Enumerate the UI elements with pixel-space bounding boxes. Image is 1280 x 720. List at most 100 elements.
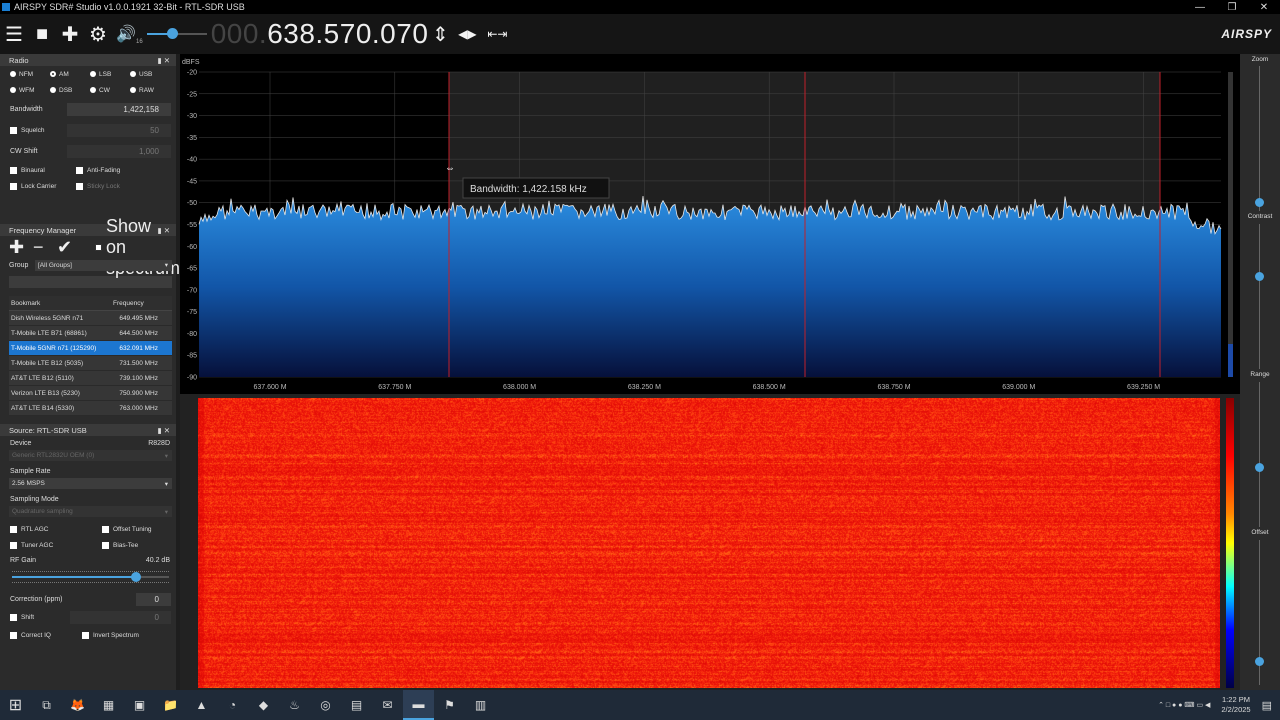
volume-slider[interactable]	[146, 14, 207, 54]
stop-icon[interactable]: ■	[28, 14, 56, 54]
app-icon	[2, 3, 10, 11]
waterfall-display[interactable]	[198, 398, 1220, 688]
tune-updown-icon[interactable]: ⇕	[428, 14, 452, 54]
mode-radio-dsb[interactable]: DSB	[50, 87, 90, 94]
bookmark-row[interactable]: AT&T LTE B14 (5330) 763.000 MHz	[9, 401, 172, 416]
volume-icon[interactable]: 🔊	[112, 14, 140, 54]
contrast-slider[interactable]	[1255, 272, 1264, 281]
range-slider[interactable]	[1255, 463, 1264, 472]
bookmark-row[interactable]: T-Mobile 5GNR n71 (125290) 632.091 MHz	[9, 341, 172, 356]
mode-label: RAW	[139, 86, 154, 94]
spectrum-analyzer[interactable]: dBFS -20 -25 -30 -35 -40 -45 -50 -55 -60 -65 -70 -7…	[180, 54, 1240, 394]
mode-radio-usb[interactable]: USB	[130, 71, 170, 78]
taskbar-app-icon[interactable]: ▬	[403, 690, 434, 720]
pin-close-icons[interactable]: ▮ ✕	[158, 56, 171, 65]
offsettuning-checkbox[interactable]: Offset Tuning	[102, 525, 152, 533]
add-bookmark-icon[interactable]: ✚	[9, 237, 33, 258]
offset-slider[interactable]	[1255, 657, 1264, 666]
group-select[interactable]: [All Groups] ▾	[35, 259, 172, 271]
pin-close-icons[interactable]: ▮ ✕	[158, 226, 171, 235]
squelch-field[interactable]: 50	[67, 123, 171, 137]
add-icon[interactable]: ✚	[56, 14, 84, 54]
settings-icon[interactable]: ⚙	[84, 14, 112, 54]
span-icon[interactable]: ⇤⇥	[482, 14, 512, 54]
bookmark-row[interactable]: Dish Wireless 5GNR n71 649.495 MHz	[9, 311, 172, 326]
cwshift-field[interactable]: 1,000	[67, 144, 171, 158]
bookmark-row[interactable]: Verizon LTE B13 (5230) 750.900 MHz	[9, 386, 172, 401]
squelch-checkbox[interactable]: Squelch	[10, 126, 65, 134]
mode-label: AM	[59, 70, 69, 78]
correction-field[interactable]: 0	[136, 592, 171, 606]
taskbar-app-icon[interactable]: ▥	[465, 690, 496, 720]
samplerate-select[interactable]: 2.56 MSPS ▾	[9, 478, 172, 489]
taskbar-app-icon[interactable]: ♨	[279, 690, 310, 720]
apply-bookmark-icon[interactable]: ✔	[57, 237, 81, 258]
rtlagc-checkbox[interactable]: RTL AGC	[10, 525, 92, 533]
close-button[interactable]: ✕	[1248, 2, 1280, 13]
spectrum-plot[interactable]: dBFS -20 -25 -30 -35 -40 -45 -50 -55 -60 -65 -70 -7…	[180, 54, 1240, 394]
offsettuning-label: Offset Tuning	[113, 525, 152, 533]
mode-radio-lsb[interactable]: LSB	[90, 71, 130, 78]
taskbar-app-icon[interactable]: 📁	[155, 690, 186, 720]
zoom-slider[interactable]	[1255, 198, 1264, 207]
correctiq-row: Correct IQ Invert Spectrum	[0, 627, 176, 643]
taskbar-app-icon[interactable]: ✉	[372, 690, 403, 720]
taskbar-app-icon[interactable]: 🦊	[62, 690, 93, 720]
bookmark-frequency: 731.500 MHz	[119, 359, 158, 367]
start-icon[interactable]: ⊞	[0, 690, 31, 720]
taskbar-app-icon[interactable]: ▣	[124, 690, 155, 720]
frequency-display[interactable]: 000.638.570.070	[211, 18, 429, 50]
taskbar-app-icon[interactable]: ◎	[310, 690, 341, 720]
correctiq-checkbox[interactable]: Correct IQ	[10, 631, 72, 639]
bookmark-table: Bookmark Frequency Dish Wireless 5GNR n7…	[9, 296, 172, 416]
clock[interactable]: 1:22 PM 2/2/2025	[1221, 695, 1250, 715]
taskbar-app-icon[interactable]: ▤	[341, 690, 372, 720]
device-select[interactable]: Generic RTL2832U OEM (0) ▾	[9, 450, 172, 461]
col-frequency[interactable]: Frequency	[109, 300, 160, 307]
taskbar-app-icon[interactable]: ▦	[93, 690, 124, 720]
y-tick-label: -80	[187, 331, 197, 338]
taskbar-app-icon[interactable]: ▲	[186, 690, 217, 720]
lockcarrier-checkbox[interactable]: Lock Carrier	[10, 182, 66, 190]
shift-checkbox[interactable]: Shift	[10, 613, 68, 621]
minimize-button[interactable]: —	[1184, 2, 1216, 13]
frequency-digits[interactable]: 638.570.070	[267, 18, 428, 49]
remove-bookmark-icon[interactable]: −	[33, 237, 57, 258]
taskbar-app-icon[interactable]: ◔	[217, 690, 248, 720]
antifading-checkbox[interactable]: Anti-Fading	[76, 166, 120, 174]
shift-row: Shift 0	[0, 607, 176, 627]
bookmark-row[interactable]: T-Mobile LTE B71 (68861) 644.500 MHz	[9, 326, 172, 341]
bookmark-row[interactable]: AT&T LTE B12 (5110) 739.100 MHz	[9, 371, 172, 386]
col-bookmark[interactable]: Bookmark	[9, 300, 109, 307]
task-view-icon[interactable]: ⧉	[31, 690, 62, 720]
rfgain-slider[interactable]	[12, 567, 169, 587]
biastee-checkbox[interactable]: Bias-Tee	[102, 541, 138, 549]
volume-knob[interactable]	[166, 28, 178, 39]
mode-radio-nfm[interactable]: NFM	[10, 71, 50, 78]
mode-radio-raw[interactable]: RAW	[130, 87, 170, 94]
binaural-checkbox[interactable]: Binaural	[10, 166, 66, 174]
notification-icon[interactable]: ▤	[1262, 699, 1272, 712]
mode-radio-am[interactable]: AM	[50, 71, 90, 78]
step-leftright-icon[interactable]: ◀▶	[452, 14, 482, 54]
bandwidth-field[interactable]: 1,422,158	[67, 102, 171, 116]
frequency-dim-digits[interactable]: 000.	[211, 18, 268, 49]
tray-icons[interactable]: ⌃ □ ● ● ⌨ ▭ ◀	[1158, 701, 1210, 709]
spectrum-scrollbar[interactable]	[1228, 72, 1233, 377]
pin-close-icons[interactable]: ▮ ✕	[158, 426, 171, 435]
tuneragc-checkbox[interactable]: Tuner AGC	[10, 541, 92, 549]
taskbar-app-icon[interactable]: ⚑	[434, 690, 465, 720]
y-tick-label: -35	[187, 135, 197, 142]
rfgain-knob[interactable]	[131, 572, 142, 582]
mode-radio-wfm[interactable]: WFM	[10, 87, 50, 94]
cwshift-label: CW Shift	[10, 147, 38, 155]
invertspectrum-checkbox[interactable]: Invert Spectrum	[82, 631, 139, 639]
bookmark-row[interactable]: T-Mobile LTE B12 (5035) 731.500 MHz	[9, 356, 172, 371]
shift-field[interactable]: 0	[70, 610, 171, 624]
menu-icon[interactable]: ☰	[0, 14, 28, 54]
mode-radio-cw[interactable]: CW	[90, 87, 130, 94]
maximize-button[interactable]: ❐	[1216, 2, 1248, 13]
stickylock-checkbox[interactable]: Sticky Lock	[76, 182, 120, 190]
samplingmode-select[interactable]: Quadrature sampling ▾	[9, 506, 172, 517]
taskbar-app-icon[interactable]: ◆	[248, 690, 279, 720]
